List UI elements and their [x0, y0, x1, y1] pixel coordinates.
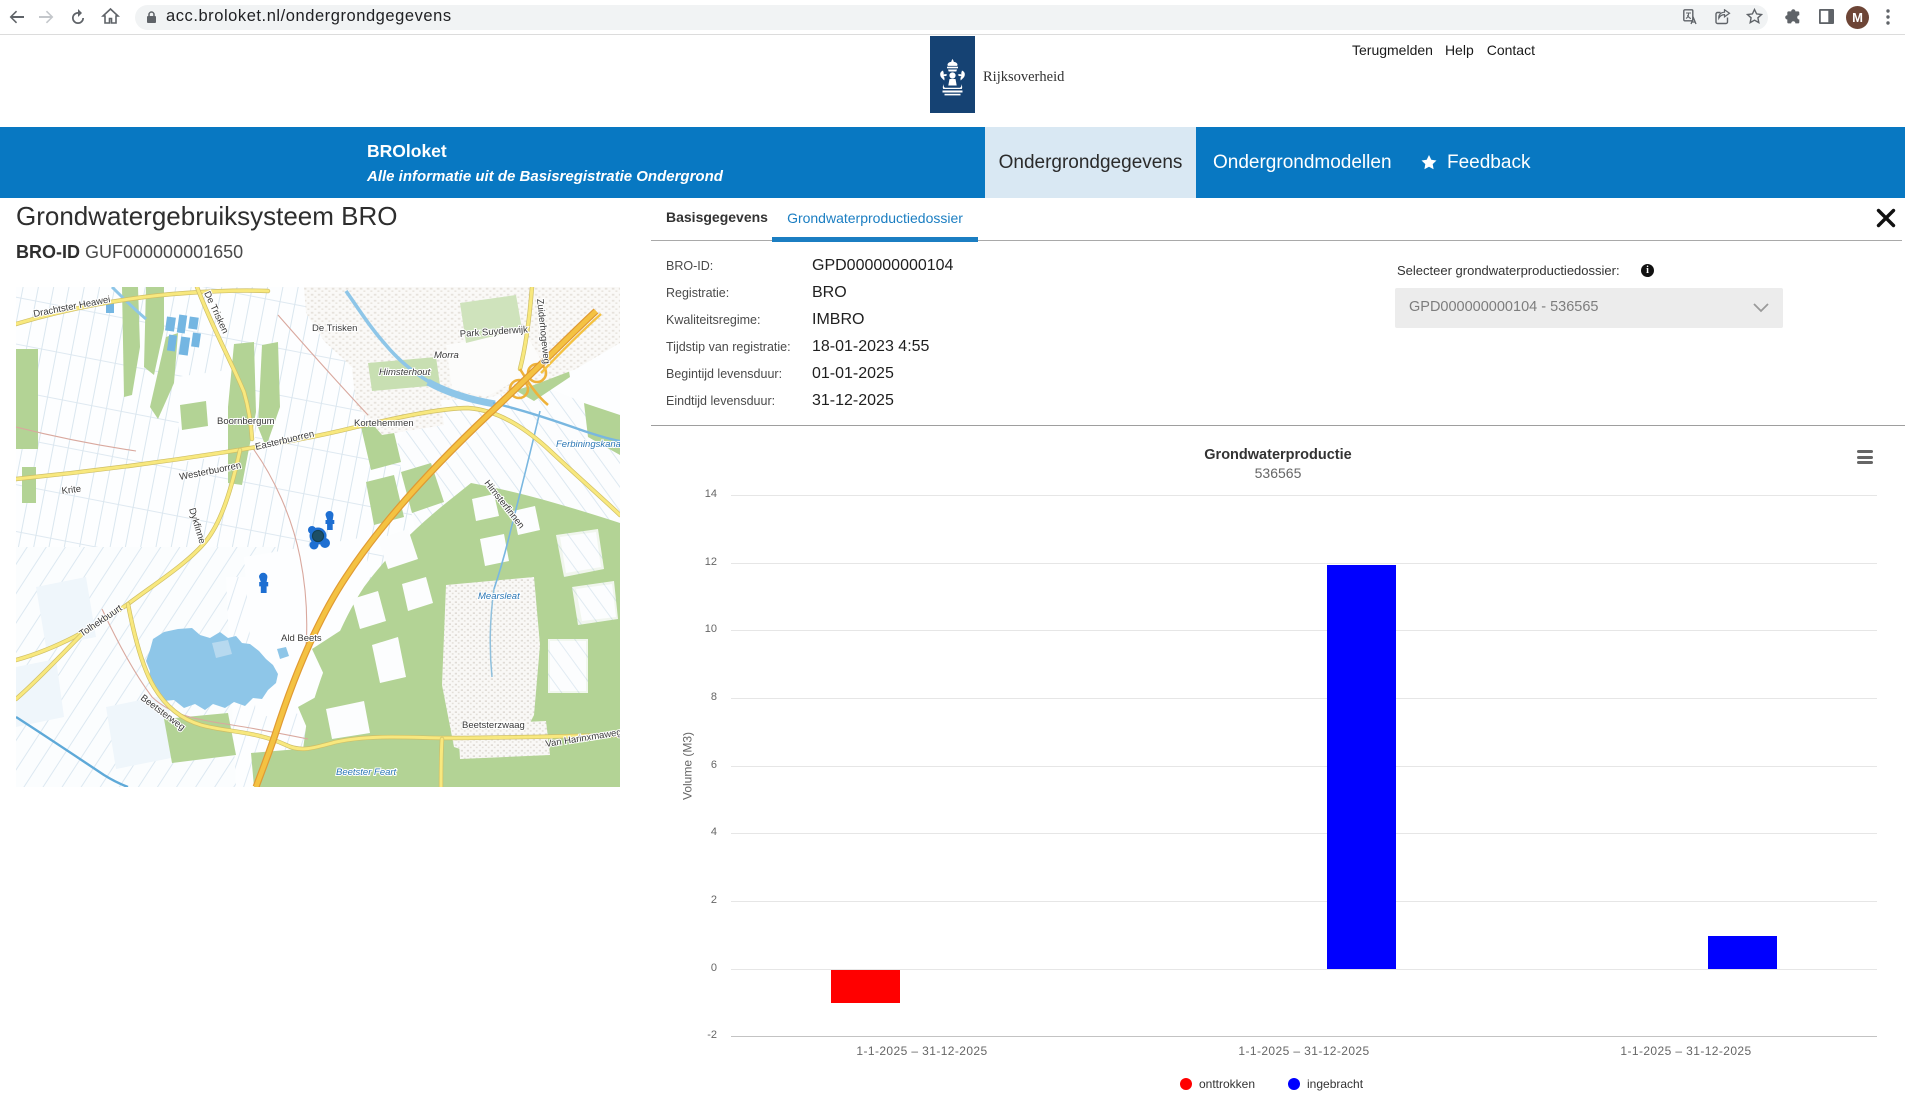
svg-text:Morra: Morra	[434, 350, 459, 361]
svg-text:Mearsleat: Mearsleat	[478, 591, 520, 602]
svg-text:Beetsterzwaag: Beetsterzwaag	[462, 720, 525, 731]
svg-text:Boornbergum: Boornbergum	[217, 416, 275, 427]
svg-text:De Trisken: De Trisken	[312, 323, 357, 334]
svg-text:Himsterhout: Himsterhout	[379, 367, 431, 378]
svg-text:Kortehemmen: Kortehemmen	[354, 418, 414, 429]
svg-text:Beetster Feart: Beetster Feart	[336, 767, 397, 778]
svg-text:Ferbiningskanaal: Ferbiningskanaal	[556, 439, 620, 450]
svg-text:Ald Beets: Ald Beets	[281, 633, 322, 644]
